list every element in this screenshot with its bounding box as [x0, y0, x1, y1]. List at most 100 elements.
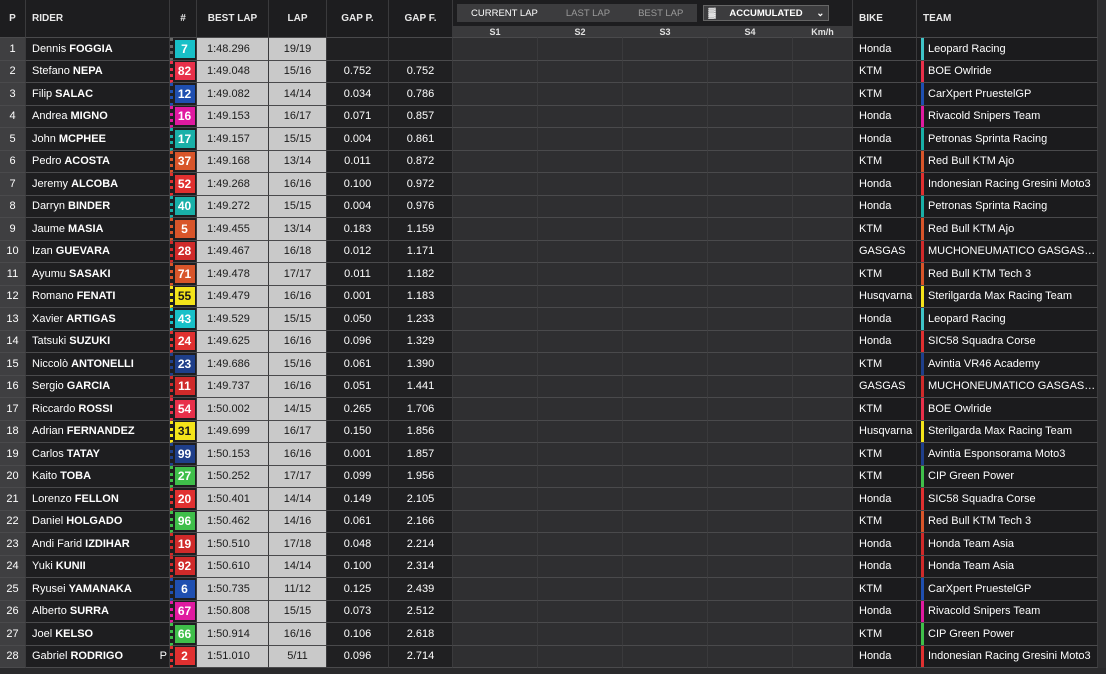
- lap-count-cell: 15/15: [269, 128, 327, 151]
- rider-number-badge: 7: [174, 39, 195, 58]
- lap-count-cell: 16/18: [269, 240, 327, 263]
- rider-cell[interactable]: Filip SALAC: [26, 83, 170, 106]
- sector-s1-cell: [453, 330, 538, 353]
- sector-s4-cell: [708, 533, 793, 556]
- rider-number-badge: 71: [174, 264, 195, 283]
- sector-s1-cell: [453, 353, 538, 376]
- sector-s4-cell: [708, 60, 793, 83]
- bike-cell: KTM: [853, 83, 917, 106]
- rider-cell[interactable]: Niccolò ANTONELLI: [26, 353, 170, 376]
- rider-number-badge: 66: [174, 624, 195, 643]
- position-cell: 15: [0, 353, 26, 376]
- rider-number-badge: 43: [174, 309, 195, 328]
- rider-number-badge: 54: [174, 399, 195, 418]
- sector-s1-cell: [453, 600, 538, 623]
- bike-cell: Honda: [853, 600, 917, 623]
- sector-s2-cell: [538, 645, 623, 668]
- sector-s4-cell: [708, 285, 793, 308]
- position-cell: 22: [0, 510, 26, 533]
- position-cell: 1: [0, 38, 26, 61]
- rider-cell[interactable]: Jeremy ALCOBA: [26, 173, 170, 196]
- rider-cell[interactable]: Kaito TOBA: [26, 465, 170, 488]
- sector-s4-cell: [708, 353, 793, 376]
- gap-first-cell: 0.972: [389, 173, 453, 196]
- best-lap-cell: 1:49.529: [197, 308, 269, 331]
- team-cell: MUCHONEUMATICO GASGAS Asp...: [917, 375, 1098, 398]
- team-cell: Red Bull KTM Tech 3: [917, 263, 1098, 286]
- rider-cell[interactable]: Andi Farid IZDIHAR: [26, 533, 170, 556]
- accumulated-select[interactable]: ▓ ACCUMULATED ⌄: [703, 5, 830, 21]
- rider-number-cell: 37: [170, 150, 197, 173]
- rider-cell[interactable]: Xavier ARTIGAS: [26, 308, 170, 331]
- rider-number-badge: 5: [174, 219, 195, 238]
- gap-first-cell: 1.182: [389, 263, 453, 286]
- lap-count-cell: 14/14: [269, 488, 327, 511]
- sector-s2-cell: [538, 465, 623, 488]
- rider-cell[interactable]: Darryn BINDER: [26, 195, 170, 218]
- lap-count-cell: 16/16: [269, 443, 327, 466]
- position-cell: 21: [0, 488, 26, 511]
- rider-cell[interactable]: Riccardo ROSSI: [26, 398, 170, 421]
- team-name: BOE Owlride: [928, 402, 992, 415]
- rider-cell[interactable]: Gabriel RODRIGO P: [26, 645, 170, 668]
- sector-speed-cell: [793, 353, 853, 376]
- sector-s1-cell: [453, 308, 538, 331]
- rider-cell[interactable]: Romano FENATI: [26, 285, 170, 308]
- rider-number-badge: 99: [174, 444, 195, 463]
- rider-number-cell: 96: [170, 510, 197, 533]
- lap-count-cell: 16/16: [269, 173, 327, 196]
- rider-cell[interactable]: Tatsuki SUZUKI: [26, 330, 170, 353]
- gap-previous-cell: 0.096: [327, 330, 389, 353]
- best-lap-cell: 1:50.610: [197, 555, 269, 578]
- rider-cell[interactable]: Andrea MIGNO: [26, 105, 170, 128]
- rider-cell[interactable]: Stefano NEPA: [26, 60, 170, 83]
- rider-cell[interactable]: Alberto SURRA: [26, 600, 170, 623]
- header-lap: LAP: [269, 0, 327, 38]
- gap-first-cell: 0.752: [389, 60, 453, 83]
- gap-first-cell: 0.861: [389, 128, 453, 151]
- tab-last-lap[interactable]: LAST LAP: [552, 4, 624, 22]
- best-lap-cell: 1:49.082: [197, 83, 269, 106]
- lap-view-panel: CURRENT LAP LAST LAP BEST LAP ▓ ACCUMULA…: [453, 0, 853, 26]
- position-cell: 24: [0, 555, 26, 578]
- rider-cell[interactable]: Lorenzo FELLON: [26, 488, 170, 511]
- rider-cell[interactable]: Dennis FOGGIA: [26, 38, 170, 61]
- gap-previous-cell: 0.012: [327, 240, 389, 263]
- rider-cell[interactable]: John MCPHEE: [26, 128, 170, 151]
- rider-cell[interactable]: Daniel HOLGADO: [26, 510, 170, 533]
- rider-cell[interactable]: Adrian FERNANDEZ: [26, 420, 170, 443]
- rider-cell[interactable]: Ayumu SASAKI: [26, 263, 170, 286]
- gap-previous-cell: 0.061: [327, 510, 389, 533]
- rider-number-cell: 2: [170, 645, 197, 668]
- team-name: Leopard Racing: [928, 312, 1006, 325]
- tab-current-lap[interactable]: CURRENT LAP: [457, 4, 552, 22]
- gap-first-cell: 1.856: [389, 420, 453, 443]
- rider-number-badge: 2: [174, 647, 195, 666]
- sector-s1-cell: [453, 150, 538, 173]
- sector-s4-cell: [708, 555, 793, 578]
- sector-s3-cell: [623, 555, 708, 578]
- header-gap-previous: GAP P.: [327, 0, 389, 38]
- rider-cell[interactable]: Izan GUEVARA: [26, 240, 170, 263]
- rider-cell[interactable]: Carlos TATAY: [26, 443, 170, 466]
- rider-number-cell: 7: [170, 38, 197, 61]
- lap-count-cell: 11/12: [269, 578, 327, 601]
- tab-best-lap[interactable]: BEST LAP: [624, 4, 697, 22]
- rider-cell[interactable]: Ryusei YAMANAKA: [26, 578, 170, 601]
- team-color-bar: [921, 645, 924, 667]
- gap-previous-cell: 0.149: [327, 488, 389, 511]
- rider-last-name: KUNII: [55, 560, 86, 573]
- rider-cell[interactable]: Pedro ACOSTA: [26, 150, 170, 173]
- position-cell: 10: [0, 240, 26, 263]
- sector-speed-cell: [793, 308, 853, 331]
- rider-cell[interactable]: Jaume MASIA: [26, 218, 170, 241]
- bike-cell: KTM: [853, 60, 917, 83]
- sector-s3-cell: [623, 330, 708, 353]
- sector-s2-cell: [538, 38, 623, 61]
- rider-cell[interactable]: Sergio GARCIA: [26, 375, 170, 398]
- gap-first-cell: 0.786: [389, 83, 453, 106]
- rider-cell[interactable]: Yuki KUNII: [26, 555, 170, 578]
- rider-number-badge: 67: [174, 602, 195, 621]
- rider-cell[interactable]: Joel KELSO: [26, 623, 170, 646]
- header-s1: S1: [453, 26, 538, 38]
